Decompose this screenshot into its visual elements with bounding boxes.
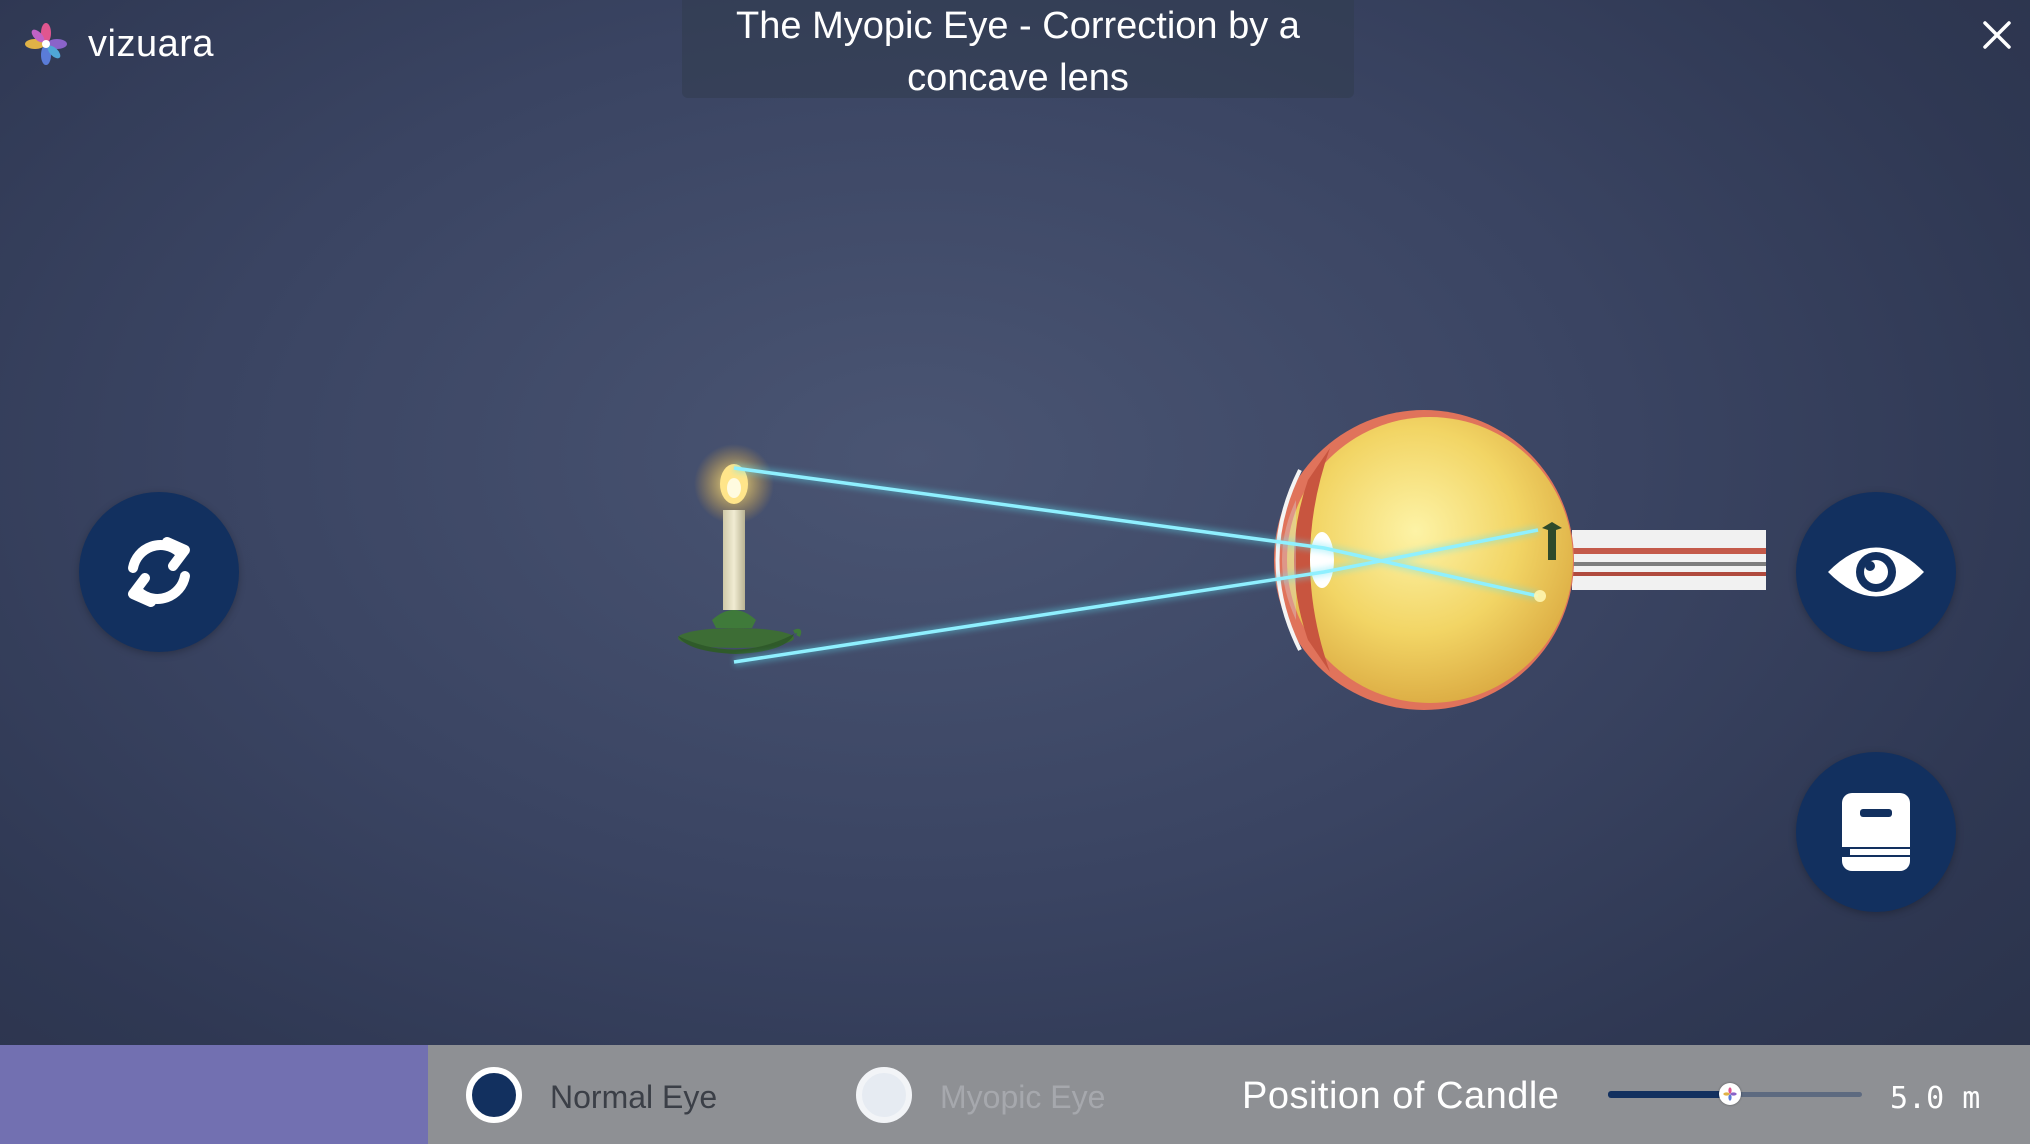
info-book-button[interactable] (1796, 752, 1956, 912)
myopic-eye-label[interactable]: Myopic Eye (940, 1079, 1105, 1116)
candle-position-value: 5.0 m (1890, 1081, 1981, 1116)
slider-fill (1608, 1091, 1730, 1098)
slider-thumb[interactable] (1718, 1083, 1741, 1105)
bottom-left-panel (0, 1045, 428, 1144)
book-icon (1842, 793, 1910, 871)
vizuara-logo-icon (1723, 1087, 1737, 1101)
rotate-reset-icon (128, 537, 190, 607)
reset-button[interactable] (79, 492, 239, 652)
radio-myopic-eye[interactable] (856, 1067, 912, 1123)
eyeball (1274, 410, 1574, 710)
eye-icon (1828, 547, 1924, 597)
normal-eye-label[interactable]: Normal Eye (550, 1079, 717, 1116)
candle-position-slider[interactable] (1608, 1083, 1862, 1105)
optics-scene (678, 410, 1766, 710)
view-toggle-button[interactable] (1796, 492, 1956, 652)
radio-normal-eye[interactable] (466, 1067, 522, 1123)
optic-nerve (1572, 530, 1766, 590)
bottom-control-bar: Normal Eye Myopic Eye Position of Candle… (0, 1045, 2030, 1144)
candle-position-label: Position of Candle (1242, 1075, 1560, 1117)
